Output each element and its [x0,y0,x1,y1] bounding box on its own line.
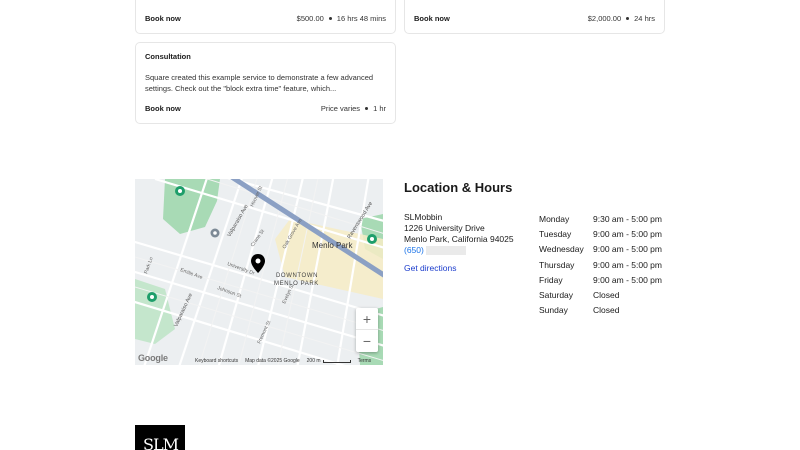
map-street-label: Menlo Park [312,241,353,250]
map-street-label: Park Ln [143,256,155,274]
book-now-button[interactable]: Book now [145,14,181,23]
map-data-attribution: Map data ©2025 Google [245,358,300,364]
hours-day: Saturday [539,290,574,301]
service-meta: $2,000.00 24 hrs [588,14,655,23]
service-duration: 1 hr [373,104,386,113]
service-card-2: Book now $2,000.00 24 hrs [404,0,665,34]
map-street-label: Valparaiso Ave [173,293,194,328]
service-price: Price varies [320,104,361,113]
hours-row: Saturday Closed [539,287,662,302]
address-block: SLMobbin 1226 University Drive Menlo Par… [404,212,514,256]
hours-row: Sunday Closed [539,303,662,318]
map-street-label: Emilie Ave [179,267,203,281]
map-canvas[interactable]: Menlo Park DOWNTOWN MENLO PARK Valparais… [135,179,383,365]
scale-bar [322,359,351,363]
hours-time: 9:00 am - 5:00 pm [593,274,662,285]
keyboard-shortcuts-link[interactable]: Keyboard shortcuts [195,358,238,364]
terms-link[interactable]: Terms [358,358,372,364]
hours-time: 9:00 am - 5:00 pm [593,259,662,270]
service-duration: 16 hrs 48 mins [336,14,386,23]
city-state-zip: Menlo Park, California 94025 [404,234,514,244]
phone-link[interactable]: (650) [404,245,424,255]
hours-day: Thursday [539,259,575,270]
hours-row: Thursday 9:00 am - 5:00 pm [539,257,662,272]
hours-row: Monday 9:30 am - 5:00 pm [539,211,662,226]
hours-time: Closed [593,305,620,316]
business-logo: SLM [135,425,185,450]
hours-row: Wednesday 9:00 am - 5:00 pm [539,242,662,257]
hours-day: Tuesday [539,228,572,239]
get-directions-link[interactable]: Get directions [404,263,456,273]
business-name: SLMobbin [404,212,443,222]
service-price: $2,000.00 [587,14,622,23]
map-footer: Keyboard shortcuts Map data ©2025 Google… [195,358,371,364]
zoom-out-button[interactable]: − [356,330,378,352]
hours-time: Closed [593,290,620,301]
separator-dot [365,107,369,110]
hours-day: Friday [539,274,563,285]
service-card-consultation: Consultation Square created this example… [135,42,396,124]
service-price: $500.00 [296,14,324,23]
service-meta: Price varies 1 hr [321,104,386,113]
zoom-in-button[interactable]: + [356,308,378,330]
map-street-label: MENLO PARK [274,281,319,287]
book-now-button[interactable]: Book now [414,14,450,23]
book-now-button[interactable]: Book now [145,104,181,113]
service-title: Consultation [145,52,191,61]
map-scale[interactable]: 200 m [307,358,351,364]
hours-day: Monday [539,213,570,224]
phone-redacted [425,246,466,256]
separator-dot [626,17,630,20]
map-street-label: DOWNTOWN [276,273,318,279]
logo-text: SLM [143,435,179,450]
google-logo: Google [138,353,168,363]
service-card-1: Book now $500.00 16 hrs 48 mins [135,0,396,34]
hours-time: 9:00 am - 5:00 pm [593,228,662,239]
hours-time: 9:00 am - 5:00 pm [593,244,662,255]
location-hours-heading: Location & Hours [404,180,513,195]
service-description: Square created this example service to d… [145,73,374,93]
business-hours-table: Monday 9:30 am - 5:00 pm Tuesday 9:00 am - … [539,211,662,318]
hours-day: Wednesday [539,244,584,255]
service-meta: $500.00 16 hrs 48 mins [297,14,386,23]
map-street-label: Valparaiso Ave [227,204,250,238]
hours-row: Friday 9:00 am - 5:00 pm [539,272,662,287]
hours-day: Sunday [539,305,568,316]
separator-dot [328,17,332,20]
location-map[interactable]: Menlo Park DOWNTOWN MENLO PARK Valparais… [135,179,383,365]
service-duration: 24 hrs [634,14,655,23]
scale-label: 200 m [306,358,321,364]
hours-row: Tuesday 9:00 am - 5:00 pm [539,226,662,241]
hours-time: 9:30 am - 5:00 pm [593,213,662,224]
street-address: 1226 University Drive [404,223,485,233]
zoom-controls: + − [356,308,378,352]
